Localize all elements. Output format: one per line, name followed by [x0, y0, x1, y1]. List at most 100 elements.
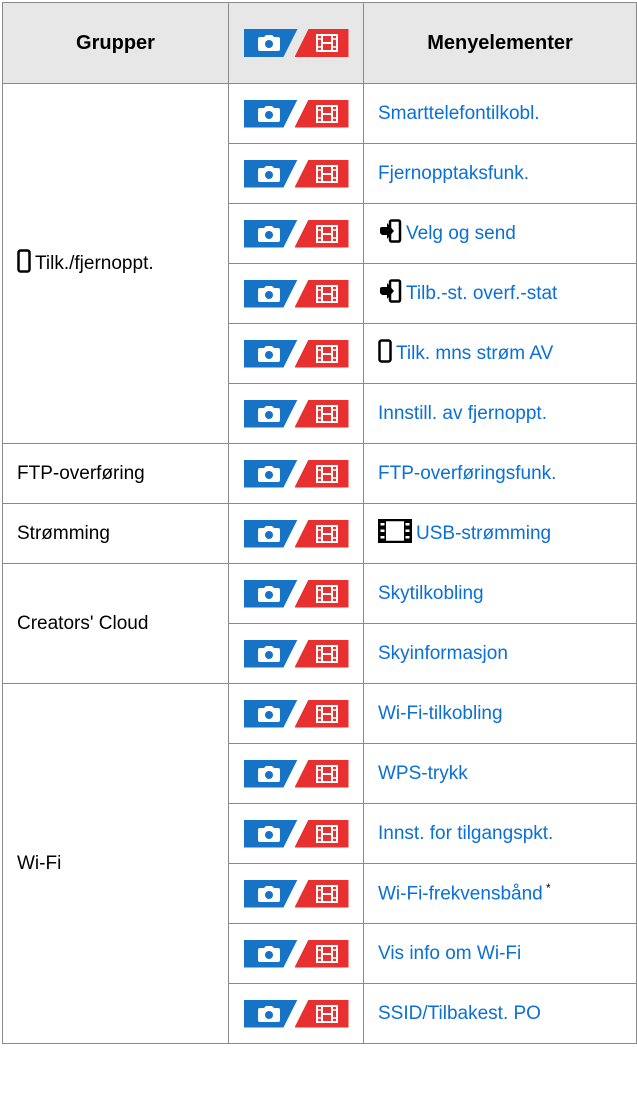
mode-cell: [228, 203, 364, 264]
menu-item-link[interactable]: FTP-overføringsfunk.: [378, 463, 556, 484]
menu-item-link[interactable]: WPS-trykk: [378, 763, 468, 784]
header-items: Menyelementer: [363, 2, 637, 84]
photo-movie-badge: [243, 939, 349, 968]
menu-item-link[interactable]: Tilb.-st. overf.-stat: [406, 283, 557, 304]
movie-icon: [315, 524, 338, 543]
movie-icon: [315, 164, 338, 183]
mode-cell: [228, 263, 364, 324]
photo-movie-badge: [243, 29, 349, 57]
group-cell: Strømming: [2, 503, 229, 564]
camera-icon: [257, 285, 280, 302]
mode-cell: [228, 683, 364, 744]
menu-item-link[interactable]: Wi-Fi-frekvensbånd: [378, 884, 543, 905]
film-icon: [377, 518, 413, 549]
photo-movie-badge: [243, 639, 349, 668]
group-cell: Wi-Fi: [2, 683, 229, 1044]
mode-cell: [228, 383, 364, 444]
menu-item-link[interactable]: USB-strømming: [416, 523, 551, 544]
camera-icon: [257, 465, 280, 482]
menu-item-cell: Skyinformasjon: [363, 623, 637, 684]
photo-movie-badge: [243, 279, 349, 308]
movie-icon: [315, 944, 338, 963]
menu-table: Grupper Menyelementer Tilk./fjernoppt. Sm…: [2, 2, 637, 1044]
movie-icon: [315, 824, 338, 843]
movie-icon: [315, 584, 338, 603]
menu-item-link[interactable]: Innstill. av fjernoppt.: [378, 403, 547, 424]
table-row: Creators' Cloud Skytilkobling: [2, 563, 637, 684]
table-row: Tilk./fjernoppt. Smarttelefontilkobl.: [2, 83, 637, 444]
menu-item-cell: Wi-Fi-frekvensbånd *: [363, 863, 637, 924]
camera-icon: [257, 1005, 280, 1022]
photo-movie-badge: [243, 519, 349, 548]
movie-icon: [315, 764, 338, 783]
footnote-marker: *: [542, 881, 551, 896]
movie-icon: [315, 704, 338, 723]
movie-icon: [315, 104, 338, 123]
camera-icon: [257, 765, 280, 782]
menu-item-link[interactable]: SSID/Tilbakest. PO: [378, 1003, 541, 1024]
menu-item-cell: Fjernopptaksfunk.: [363, 143, 637, 204]
menu-item-cell: Vis info om Wi-Fi: [363, 923, 637, 984]
menu-item-cell: Velg og send: [363, 203, 637, 264]
menu-item-cell: SSID/Tilbakest. PO: [363, 983, 637, 1044]
camera-icon: [257, 165, 280, 182]
group-label: Strømming: [17, 522, 110, 544]
movie-icon: [315, 224, 338, 243]
menu-item-link[interactable]: Skytilkobling: [378, 583, 484, 604]
mode-cell: [228, 983, 364, 1044]
movie-icon: [315, 1004, 338, 1023]
menu-item-link[interactable]: Skyinformasjon: [378, 643, 508, 664]
movie-icon: [315, 344, 338, 363]
camera-icon: [257, 825, 280, 842]
menu-item-cell: WPS-trykk: [363, 743, 637, 804]
camera-icon: [257, 405, 280, 422]
menu-item-cell: Wi-Fi-tilkobling: [363, 683, 637, 744]
mode-cell: [228, 443, 364, 504]
group-label: Creators' Cloud: [17, 612, 149, 634]
photo-movie-badge: [243, 219, 349, 248]
photo-movie-badge: [243, 579, 349, 608]
movie-icon: [315, 284, 338, 303]
movie-icon: [315, 884, 338, 903]
menu-item-cell: Innstill. av fjernoppt.: [363, 383, 637, 444]
photo-movie-badge: [243, 819, 349, 848]
camera-icon: [257, 525, 280, 542]
menu-item-link[interactable]: Vis info om Wi-Fi: [378, 943, 521, 964]
photo-movie-badge: [243, 759, 349, 788]
menu-item-link[interactable]: Velg og send: [406, 223, 516, 244]
mode-cell: [228, 143, 364, 204]
movie-icon: [315, 644, 338, 663]
photo-movie-badge: [243, 999, 349, 1028]
photo-movie-badge: [243, 459, 349, 488]
group-label: Wi-Fi: [17, 852, 62, 874]
menu-item-cell: Tilk. mns strøm AV: [363, 323, 637, 384]
group-label: Tilk./fjernoppt.: [35, 252, 154, 274]
mode-cell: [228, 323, 364, 384]
mode-cell: [228, 743, 364, 804]
mode-cell: [228, 803, 364, 864]
menu-item-cell: Innst. for tilgangspkt.: [363, 803, 637, 864]
menu-item-cell: Tilb.-st. overf.-stat: [363, 263, 637, 324]
header-mode: [228, 2, 364, 84]
menu-item-link[interactable]: Innst. for tilgangspkt.: [378, 823, 553, 844]
table-row: FTP-overføring FTP-overføringsfunk.: [2, 443, 637, 504]
header-row: Grupper Menyelementer: [2, 2, 637, 84]
menu-item-link[interactable]: Smarttelefontilkobl.: [378, 103, 540, 124]
group-cell: FTP-overføring: [2, 443, 229, 504]
movie-icon: [315, 464, 338, 483]
group-cell: Creators' Cloud: [2, 563, 229, 684]
photo-movie-badge: [243, 99, 349, 128]
menu-item-cell: Skytilkobling: [363, 563, 637, 624]
camera-icon: [257, 885, 280, 902]
menu-item-cell: Smarttelefontilkobl.: [363, 83, 637, 144]
smartphone-icon: [378, 338, 392, 369]
mode-cell: [228, 83, 364, 144]
camera-icon: [257, 585, 280, 602]
camera-icon: [257, 345, 280, 362]
menu-item-link[interactable]: Wi-Fi-tilkobling: [378, 703, 503, 724]
menu-item-link[interactable]: Tilk. mns strøm AV: [396, 343, 553, 364]
send-to-phone-icon: [378, 218, 402, 249]
group-cell: Tilk./fjernoppt.: [2, 83, 229, 444]
menu-item-link[interactable]: Fjernopptaksfunk.: [378, 163, 529, 184]
mode-cell: [228, 563, 364, 624]
